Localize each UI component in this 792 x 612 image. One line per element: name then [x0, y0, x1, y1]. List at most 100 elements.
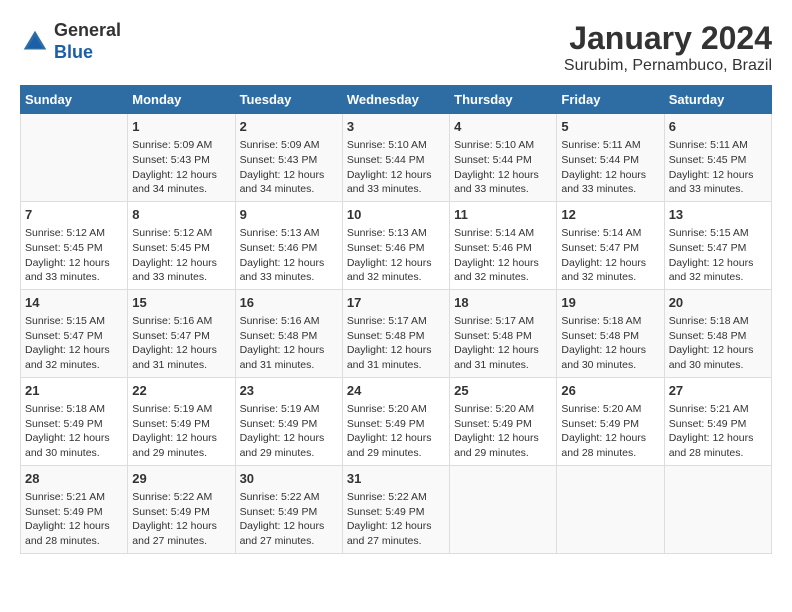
calendar-cell: 12Sunrise: 5:14 AM Sunset: 5:47 PM Dayli… [557, 201, 664, 289]
day-info: Sunrise: 5:20 AM Sunset: 5:49 PM Dayligh… [454, 402, 552, 461]
logo-blue: Blue [54, 42, 93, 62]
calendar-cell: 7 Sunrise: 5:12 AM Sunset: 5:45 PM Daylig… [21, 201, 128, 289]
calendar-cell: 4 Sunrise: 5:10 AM Sunset: 5:44 PM Daylig… [450, 114, 557, 202]
subtitle: Surubim, Pernambuco, Brazil [564, 57, 772, 75]
calendar-cell: 6 Sunrise: 5:11 AM Sunset: 5:45 PM Daylig… [664, 114, 771, 202]
day-number: 23 [240, 382, 338, 400]
day-info: Sunrise: 5:17 AM Sunset: 5:48 PM Dayligh… [454, 314, 552, 373]
day-info: Sunrise: 5:19 AM Sunset: 5:49 PM Dayligh… [132, 402, 230, 461]
day-number: 10 [347, 206, 445, 224]
day-number: 31 [347, 470, 445, 488]
calendar-cell: 2 Sunrise: 5:09 AM Sunset: 5:43 PM Daylig… [235, 114, 342, 202]
day-info: Sunrise: 5:15 AM Sunset: 5:47 PM Dayligh… [669, 226, 767, 285]
calendar-cell [450, 465, 557, 553]
day-number: 17 [347, 294, 445, 312]
main-title: January 2024 [564, 20, 772, 57]
day-info: Sunrise: 5:21 AM Sunset: 5:49 PM Dayligh… [669, 402, 767, 461]
calendar-cell: 30 Sunrise: 5:22 AM Sunset: 5:49 PM Dayli… [235, 465, 342, 553]
header-sunday: Sunday [21, 86, 128, 114]
calendar-week-row: 14 Sunrise: 5:15 AM Sunset: 5:47 PM Dayli… [21, 289, 772, 377]
logo-general: General [54, 20, 121, 40]
day-info: Sunrise: 5:10 AM Sunset: 5:44 PM Dayligh… [454, 138, 552, 197]
day-info: Sunrise: 5:16 AM Sunset: 5:48 PM Dayligh… [240, 314, 338, 373]
day-number: 8 [132, 206, 230, 224]
day-info: Sunrise: 5:18 AM Sunset: 5:49 PM Dayligh… [25, 402, 123, 461]
day-info: Sunrise: 5:18 AM Sunset: 5:48 PM Dayligh… [669, 314, 767, 373]
day-info: Sunrise: 5:09 AM Sunset: 5:43 PM Dayligh… [240, 138, 338, 197]
day-number: 24 [347, 382, 445, 400]
day-info: Sunrise: 5:13 AM Sunset: 5:46 PM Dayligh… [347, 226, 445, 285]
day-number: 27 [669, 382, 767, 400]
calendar-cell: 10 Sunrise: 5:13 AM Sunset: 5:46 PM Dayli… [342, 201, 449, 289]
day-number: 13 [669, 206, 767, 224]
day-number: 21 [25, 382, 123, 400]
day-number: 12 [561, 206, 659, 224]
logo-icon [20, 27, 50, 57]
calendar-cell: 21 Sunrise: 5:18 AM Sunset: 5:49 PM Dayli… [21, 377, 128, 465]
day-number: 26 [561, 382, 659, 400]
page-header: General Blue January 2024 Surubim, Perna… [20, 20, 772, 75]
day-info: Sunrise: 5:11 AM Sunset: 5:44 PM Dayligh… [561, 138, 659, 197]
calendar-cell: 27 Sunrise: 5:21 AM Sunset: 5:49 PM Dayli… [664, 377, 771, 465]
day-number: 1 [132, 118, 230, 136]
day-info: Sunrise: 5:12 AM Sunset: 5:45 PM Dayligh… [25, 226, 123, 285]
calendar-cell: 31 Sunrise: 5:22 AM Sunset: 5:49 PM Dayli… [342, 465, 449, 553]
day-info: Sunrise: 5:11 AM Sunset: 5:45 PM Dayligh… [669, 138, 767, 197]
day-number: 7 [25, 206, 123, 224]
day-number: 22 [132, 382, 230, 400]
calendar-header-row: SundayMondayTuesdayWednesdayThursdayFrid… [21, 86, 772, 114]
header-tuesday: Tuesday [235, 86, 342, 114]
header-wednesday: Wednesday [342, 86, 449, 114]
day-number: 28 [25, 470, 123, 488]
day-info: Sunrise: 5:17 AM Sunset: 5:48 PM Dayligh… [347, 314, 445, 373]
calendar-cell: 1 Sunrise: 5:09 AM Sunset: 5:43 PM Daylig… [128, 114, 235, 202]
day-number: 6 [669, 118, 767, 136]
calendar-week-row: 7 Sunrise: 5:12 AM Sunset: 5:45 PM Daylig… [21, 201, 772, 289]
day-info: Sunrise: 5:12 AM Sunset: 5:45 PM Dayligh… [132, 226, 230, 285]
day-number: 4 [454, 118, 552, 136]
calendar-table: SundayMondayTuesdayWednesdayThursdayFrid… [20, 85, 772, 554]
calendar-cell: 28 Sunrise: 5:21 AM Sunset: 5:49 PM Dayli… [21, 465, 128, 553]
header-saturday: Saturday [664, 86, 771, 114]
day-info: Sunrise: 5:22 AM Sunset: 5:49 PM Dayligh… [347, 490, 445, 549]
day-number: 20 [669, 294, 767, 312]
day-number: 29 [132, 470, 230, 488]
day-info: Sunrise: 5:14 AM Sunset: 5:46 PM Dayligh… [454, 226, 552, 285]
day-number: 25 [454, 382, 552, 400]
day-number: 9 [240, 206, 338, 224]
header-friday: Friday [557, 86, 664, 114]
calendar-cell [21, 114, 128, 202]
day-info: Sunrise: 5:18 AM Sunset: 5:48 PM Dayligh… [561, 314, 659, 373]
day-info: Sunrise: 5:19 AM Sunset: 5:49 PM Dayligh… [240, 402, 338, 461]
day-info: Sunrise: 5:15 AM Sunset: 5:47 PM Dayligh… [25, 314, 123, 373]
calendar-cell: 14 Sunrise: 5:15 AM Sunset: 5:47 PM Dayli… [21, 289, 128, 377]
calendar-cell: 8 Sunrise: 5:12 AM Sunset: 5:45 PM Daylig… [128, 201, 235, 289]
calendar-cell: 5 Sunrise: 5:11 AM Sunset: 5:44 PM Daylig… [557, 114, 664, 202]
calendar-cell: 17 Sunrise: 5:17 AM Sunset: 5:48 PM Dayli… [342, 289, 449, 377]
day-number: 14 [25, 294, 123, 312]
calendar-cell: 20 Sunrise: 5:18 AM Sunset: 5:48 PM Dayli… [664, 289, 771, 377]
calendar-week-row: 21 Sunrise: 5:18 AM Sunset: 5:49 PM Dayli… [21, 377, 772, 465]
calendar-cell [664, 465, 771, 553]
day-number: 11 [454, 206, 552, 224]
logo-text: General Blue [54, 20, 121, 63]
day-info: Sunrise: 5:20 AM Sunset: 5:49 PM Dayligh… [347, 402, 445, 461]
day-number: 2 [240, 118, 338, 136]
calendar-cell: 23 Sunrise: 5:19 AM Sunset: 5:49 PM Dayli… [235, 377, 342, 465]
day-number: 5 [561, 118, 659, 136]
calendar-cell [557, 465, 664, 553]
day-info: Sunrise: 5:22 AM Sunset: 5:49 PM Dayligh… [240, 490, 338, 549]
calendar-cell: 18 Sunrise: 5:17 AM Sunset: 5:48 PM Dayli… [450, 289, 557, 377]
day-number: 18 [454, 294, 552, 312]
calendar-cell: 24 Sunrise: 5:20 AM Sunset: 5:49 PM Dayli… [342, 377, 449, 465]
day-info: Sunrise: 5:20 AM Sunset: 5:49 PM Dayligh… [561, 402, 659, 461]
day-number: 30 [240, 470, 338, 488]
calendar-cell: 29Sunrise: 5:22 AM Sunset: 5:49 PM Dayli… [128, 465, 235, 553]
header-monday: Monday [128, 86, 235, 114]
calendar-cell: 26 Sunrise: 5:20 AM Sunset: 5:49 PM Dayli… [557, 377, 664, 465]
day-info: Sunrise: 5:09 AM Sunset: 5:43 PM Dayligh… [132, 138, 230, 197]
day-number: 16 [240, 294, 338, 312]
calendar-cell: 13 Sunrise: 5:15 AM Sunset: 5:47 PM Dayli… [664, 201, 771, 289]
day-number: 19 [561, 294, 659, 312]
day-info: Sunrise: 5:21 AM Sunset: 5:49 PM Dayligh… [25, 490, 123, 549]
